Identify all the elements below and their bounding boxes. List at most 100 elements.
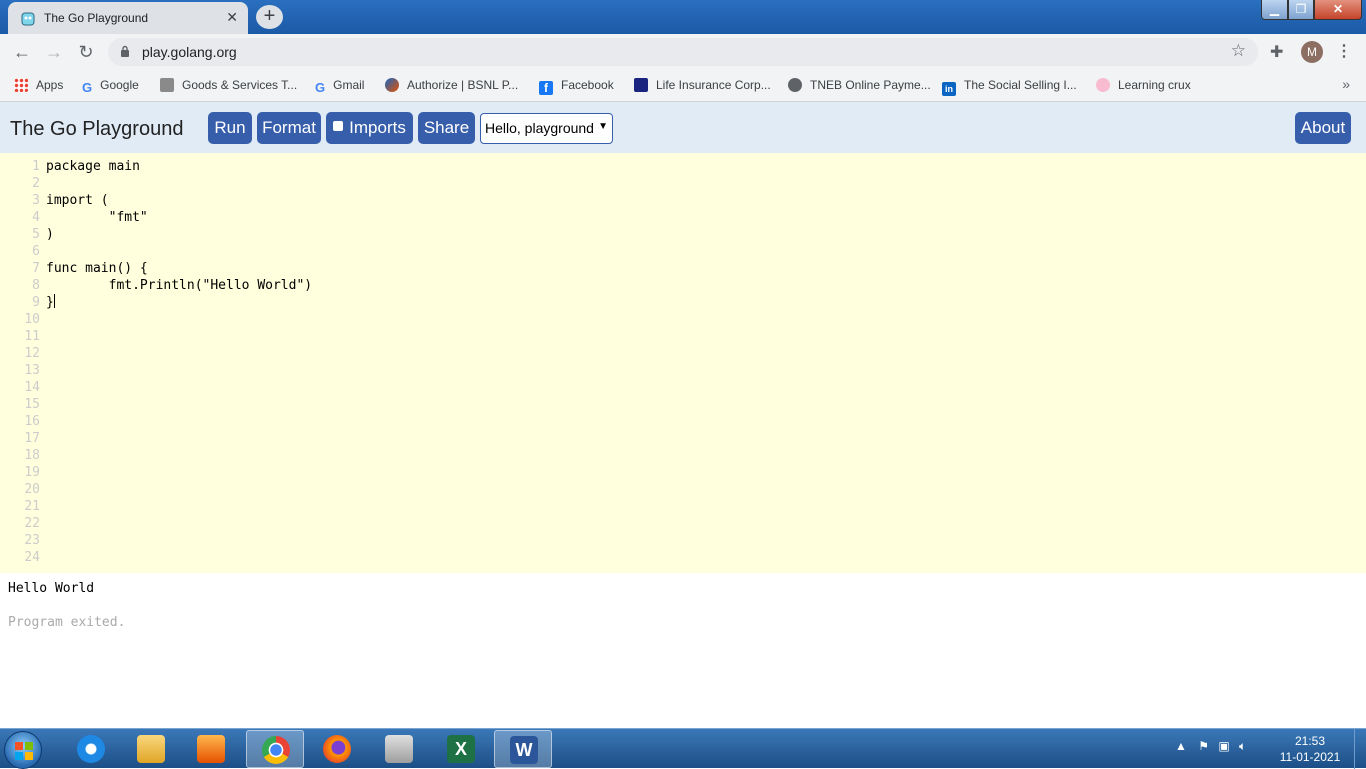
bookmarks-overflow-icon[interactable]: » xyxy=(1342,76,1350,92)
line-number: 11 xyxy=(24,329,40,344)
taskbar-file-explorer[interactable] xyxy=(122,730,180,768)
code-line[interactable]: } xyxy=(46,294,312,311)
bookmark-bsnl[interactable]: Authorize | BSNL P... xyxy=(385,78,518,92)
bookmark-gst[interactable]: Goods & Services T... xyxy=(160,78,297,92)
text-caret xyxy=(53,294,55,308)
taskbar-word[interactable]: W xyxy=(494,730,552,768)
code-line-text: package main xyxy=(46,159,140,174)
taskbar-chrome[interactable] xyxy=(246,730,304,768)
show-desktop-button[interactable] xyxy=(1354,729,1366,769)
profile-avatar[interactable]: M xyxy=(1301,41,1323,63)
browser-tab[interactable]: The Go Playground ✕ xyxy=(8,2,248,34)
line-number-gutter: 1 2 3 4 5 6 7 8 9 10 11 12 13 14 15 16 17 18 19 20 21 22 23 24 xyxy=(0,158,42,566)
format-button[interactable]: Format xyxy=(257,112,321,144)
window-maximize-button[interactable]: ❐ xyxy=(1288,0,1314,20)
browser-tab-strip: The Go Playground ✕ + ▁ ❐ ✕ xyxy=(0,0,1366,34)
chevron-down-icon: ▼ xyxy=(598,121,608,132)
imports-checkbox-button[interactable]: Imports xyxy=(326,112,413,144)
code-line-text: fmt.Println("Hello World") xyxy=(46,278,313,293)
url-text[interactable]: play.golang.org xyxy=(142,44,237,60)
media-player-icon xyxy=(197,735,225,763)
reload-icon[interactable]: ↻ xyxy=(74,40,98,64)
new-tab-button[interactable]: + xyxy=(256,5,283,29)
bookmark-tneb[interactable]: TNEB Online Payme... xyxy=(788,78,931,92)
line-number: 15 xyxy=(24,397,40,412)
line-number: 3 xyxy=(32,193,40,208)
line-number: 12 xyxy=(24,346,40,361)
line-number: 23 xyxy=(24,533,40,548)
taskbar-media-player[interactable] xyxy=(182,730,240,768)
code-text[interactable]: package main import ( "fmt") func main() {… xyxy=(46,158,312,311)
window-minimize-button[interactable]: ▁ xyxy=(1261,0,1288,20)
network-icon[interactable]: ▣ xyxy=(1218,739,1229,753)
internet-explorer-icon xyxy=(77,735,105,763)
line-number: 24 xyxy=(24,550,40,565)
tray-expand-icon[interactable]: ▲ xyxy=(1175,739,1187,753)
line-number: 13 xyxy=(24,363,40,378)
system-tray: ▲ ⚑ ▣ 🔈︎ xyxy=(1175,739,1246,754)
bookmark-linkedin[interactable]: in The Social Selling I... xyxy=(942,78,1077,96)
back-arrow-icon[interactable]: ← xyxy=(10,40,34,64)
bookmark-lic[interactable]: Life Insurance Corp... xyxy=(634,78,771,92)
taskbar-excel[interactable]: X xyxy=(432,730,490,768)
output-panel: Hello World Program exited. xyxy=(0,573,1366,728)
line-number: 20 xyxy=(24,482,40,497)
linkedin-icon: in xyxy=(942,82,956,96)
code-line-text: "fmt" xyxy=(46,210,148,225)
taskbar-internet-explorer[interactable] xyxy=(62,730,120,768)
system-clock[interactable]: 21:53 11-01-2021 xyxy=(1274,733,1346,765)
code-editor[interactable]: 1 2 3 4 5 6 7 8 9 10 11 12 13 14 15 16 17 18 19 20 21 22 23 24 … xyxy=(0,153,1366,573)
learning-crux-icon xyxy=(1096,78,1110,92)
imports-checkbox[interactable] xyxy=(333,121,344,131)
volume-icon[interactable]: 🔈︎ xyxy=(1239,739,1246,753)
address-bar[interactable]: play.golang.org ☆ xyxy=(108,38,1258,66)
line-number: 14 xyxy=(24,380,40,395)
bookmark-apps[interactable]: Apps xyxy=(14,78,63,92)
taskbar-firefox[interactable] xyxy=(308,730,366,768)
bookmark-star-icon[interactable]: ☆ xyxy=(1231,41,1246,61)
playground-header: The Go Playground Run Format Imports Sha… xyxy=(0,102,1366,153)
code-line[interactable]: "fmt" xyxy=(46,209,312,226)
extensions-puzzle-icon[interactable]: ✚ xyxy=(1270,42,1283,62)
line-number: 6 xyxy=(32,244,40,259)
word-icon: W xyxy=(510,736,538,764)
facebook-icon: f xyxy=(539,81,553,95)
example-select-value: Hello, playground xyxy=(485,120,594,136)
code-line[interactable]: fmt.Println("Hello World") xyxy=(46,277,313,294)
start-button[interactable] xyxy=(4,731,42,769)
line-number: 17 xyxy=(24,431,40,446)
google-icon: G xyxy=(82,80,93,95)
code-line[interactable]: func main() { xyxy=(46,260,312,277)
taskbar-calculator[interactable] xyxy=(370,730,428,768)
gopher-favicon-icon xyxy=(21,12,35,26)
chrome-icon xyxy=(262,736,290,764)
window-close-button[interactable]: ✕ xyxy=(1314,0,1362,20)
line-number: 9 xyxy=(32,295,40,310)
code-line[interactable]: import ( xyxy=(46,192,312,209)
bookmark-google[interactable]: G Google xyxy=(82,78,139,95)
bookmark-gmail[interactable]: G Gmail xyxy=(315,78,364,95)
line-number: 2 xyxy=(32,176,40,191)
bookmark-learning-crux[interactable]: Learning crux xyxy=(1096,78,1191,92)
browser-toolbar: ← → ↻ play.golang.org ☆ ✚ M ⋮ xyxy=(0,34,1366,70)
tab-close-icon[interactable]: ✕ xyxy=(226,9,238,26)
forward-arrow-icon[interactable]: → xyxy=(42,40,66,64)
about-button[interactable]: About xyxy=(1295,112,1351,144)
bookmarks-bar: Apps G Google Goods & Services T... G Gmai… xyxy=(0,70,1366,102)
apps-grid-icon xyxy=(14,78,28,92)
output-system-message: Program exited. xyxy=(8,615,126,630)
line-number: 22 xyxy=(24,516,40,531)
code-line[interactable]: ) xyxy=(46,226,312,243)
file-explorer-icon xyxy=(137,735,165,763)
bsnl-icon xyxy=(385,78,399,92)
run-button[interactable]: Run xyxy=(208,112,252,144)
code-line[interactable] xyxy=(46,175,312,192)
bookmark-facebook[interactable]: f Facebook xyxy=(539,78,614,95)
code-line[interactable] xyxy=(46,243,312,260)
code-line[interactable]: package main xyxy=(46,158,312,175)
action-center-flag-icon[interactable]: ⚑ xyxy=(1198,739,1209,753)
line-number: 7 xyxy=(32,261,40,276)
example-select[interactable]: Hello, playground ▼ xyxy=(480,113,613,144)
share-button[interactable]: Share xyxy=(418,112,475,144)
browser-menu-icon[interactable]: ⋮ xyxy=(1336,41,1352,61)
